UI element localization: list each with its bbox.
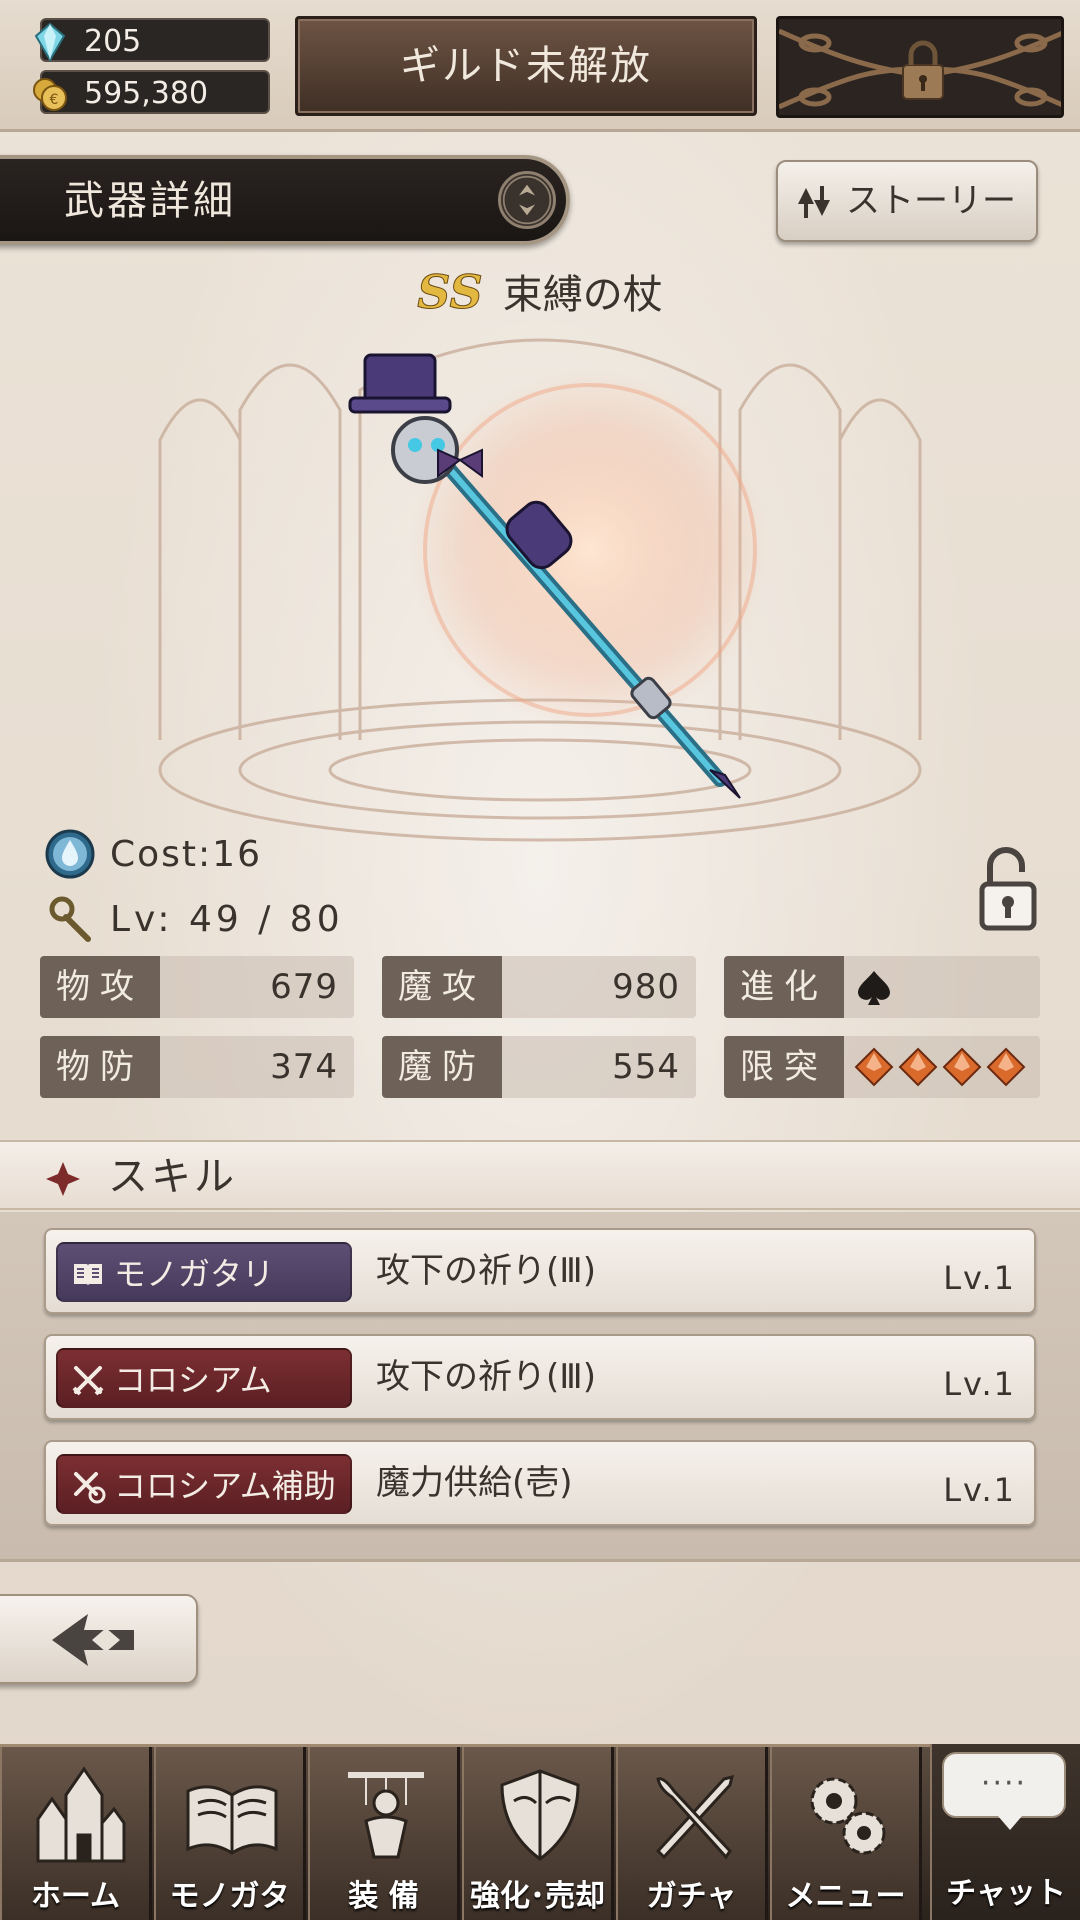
skill-name: 魔力供給(壱) [376,1463,573,1503]
sword-quill-icon [655,1774,735,1860]
crossed-swords-icon [72,1366,104,1396]
water-drop-icon [45,829,95,879]
nav-monogatari[interactable]: モノガタリ [154,1747,306,1920]
gem-icon [34,22,66,62]
svg-text:€: € [50,92,59,108]
limit-break-label: 限突 [724,1036,844,1098]
evolution-stat: 進化 [724,956,1040,1018]
staff-level-icon [49,896,91,942]
skill-category: コロシアム [114,1361,272,1399]
bottom-navigation: ホーム モノガタリ 装 備 強化･売却 [0,1744,1080,1920]
open-book-icon [186,1785,278,1855]
ornament-icon [498,171,556,229]
skill-category: モノガタリ [114,1255,275,1293]
skill-section-title: スキル [108,1154,237,1200]
cross-ornament-icon [46,1162,80,1196]
nav-label: 強化･売却 [470,1879,605,1914]
skill-item[interactable]: コロシアム 攻下の祈り(Ⅲ) Lv.1 [44,1334,1036,1420]
skill-level: Lv.1 [943,1365,1016,1403]
skill-name: 攻下の祈り(Ⅲ) [376,1357,596,1397]
coin-icon: € [33,78,67,111]
crossed-swords-circle-icon [74,1472,106,1504]
gears-icon [810,1777,886,1855]
locked-feature-button[interactable] [776,16,1064,118]
unlocked-padlock-icon[interactable] [976,844,1040,934]
weapon-artwork [158,338,922,842]
physical-defense-label: 物防 [40,1036,160,1098]
page-title: 武器詳細 [64,178,236,224]
evolution-label: 進化 [724,956,844,1018]
spade-icon [858,971,890,1005]
skill-category-badge: モノガタリ [56,1242,352,1302]
chat-bubble-icon: ···· [942,1752,1066,1830]
back-arrow-icon [52,1614,134,1666]
magic-defense-label: 魔防 [382,1036,502,1098]
coin-counter: € 595,380 [33,70,270,114]
chat-button[interactable]: ···· チャット [930,1744,1080,1920]
skill-item[interactable]: コロシアム補助 魔力供給(壱) Lv.1 [44,1440,1036,1526]
limit-break-stat: 限突 [724,1036,1040,1098]
nav-menu[interactable]: メニュー [770,1747,922,1920]
physical-attack-stat: 物攻 679 [40,956,354,1018]
cost-row: Cost:16 [44,828,262,880]
skill-list: モノガタリ 攻下の祈り(Ⅲ) Lv.1 コロシアム 攻下の祈り(Ⅲ) Lv.1 [0,1212,1080,1562]
skill-section-header: スキル [0,1140,1080,1210]
chat-dots: ···· [980,1766,1028,1801]
story-button[interactable]: ストーリー [776,160,1038,242]
puppet-icon [348,1772,424,1859]
nav-enhance-sell[interactable]: 強化･売却 [462,1747,614,1920]
nav-equipment[interactable]: 装 備 [308,1747,460,1920]
weapon-detail-screen: 205 € 595,380 ギルド未解放 武器詳細 ストーリー SS 束縛の杖 … [0,0,1080,1920]
nav-label: メニュー [785,1879,906,1914]
physical-defense-stat: 物防 374 [40,1036,354,1098]
skill-category-badge: コロシアム補助 [56,1454,352,1514]
skill-level: Lv.1 [943,1259,1016,1297]
nav-label: ガチャ [646,1879,737,1914]
story-label: ストーリー [846,181,1016,221]
magic-attack-stat: 魔攻 980 [382,956,696,1018]
skill-category: コロシアム補助 [114,1467,336,1505]
cost-value: Cost:16 [110,833,262,875]
nav-gacha[interactable]: ガチャ [616,1747,768,1920]
magic-attack-label: 魔攻 [382,956,502,1018]
physical-defense-value: 374 [270,1047,338,1087]
chat-label: チャット [946,1876,1066,1911]
level-value: Lv: 49 / 80 [110,898,344,940]
skill-item[interactable]: モノガタリ 攻下の祈り(Ⅲ) Lv.1 [44,1228,1036,1314]
gem-count: 205 [84,24,142,59]
back-button[interactable] [0,1594,198,1684]
limit-break-gem-row [854,1047,1026,1087]
skill-category-badge: コロシアム [56,1348,352,1408]
castle-icon [36,1766,126,1863]
nav-label: ホーム [30,1879,121,1914]
skill-name: 攻下の祈り(Ⅲ) [376,1251,596,1291]
magic-attack-value: 980 [612,967,680,1007]
shield-icon [500,1769,580,1861]
physical-attack-label: 物攻 [40,956,160,1018]
magic-defense-value: 554 [612,1047,680,1087]
limit-break-gems [854,1047,1026,1091]
book-icon [74,1264,102,1286]
gem-counter: 205 [34,18,270,62]
physical-attack-value: 679 [270,967,338,1007]
nav-label: 装 備 [348,1879,419,1914]
guild-button[interactable]: ギルド未解放 [295,16,757,116]
top-bar: 205 € 595,380 ギルド未解放 [0,0,1080,132]
magic-defense-stat: 魔防 554 [382,1036,696,1098]
page-title-plate: 武器詳細 [0,155,570,245]
chain-lock-icon [779,28,1061,110]
skill-level: Lv.1 [943,1471,1016,1509]
swap-arrows-icon [798,186,830,218]
level-row: Lv: 49 / 80 [44,893,344,945]
nav-label: モノガタリ [169,1879,290,1914]
nav-home[interactable]: ホーム [0,1747,152,1920]
coin-count: 595,380 [84,76,209,111]
